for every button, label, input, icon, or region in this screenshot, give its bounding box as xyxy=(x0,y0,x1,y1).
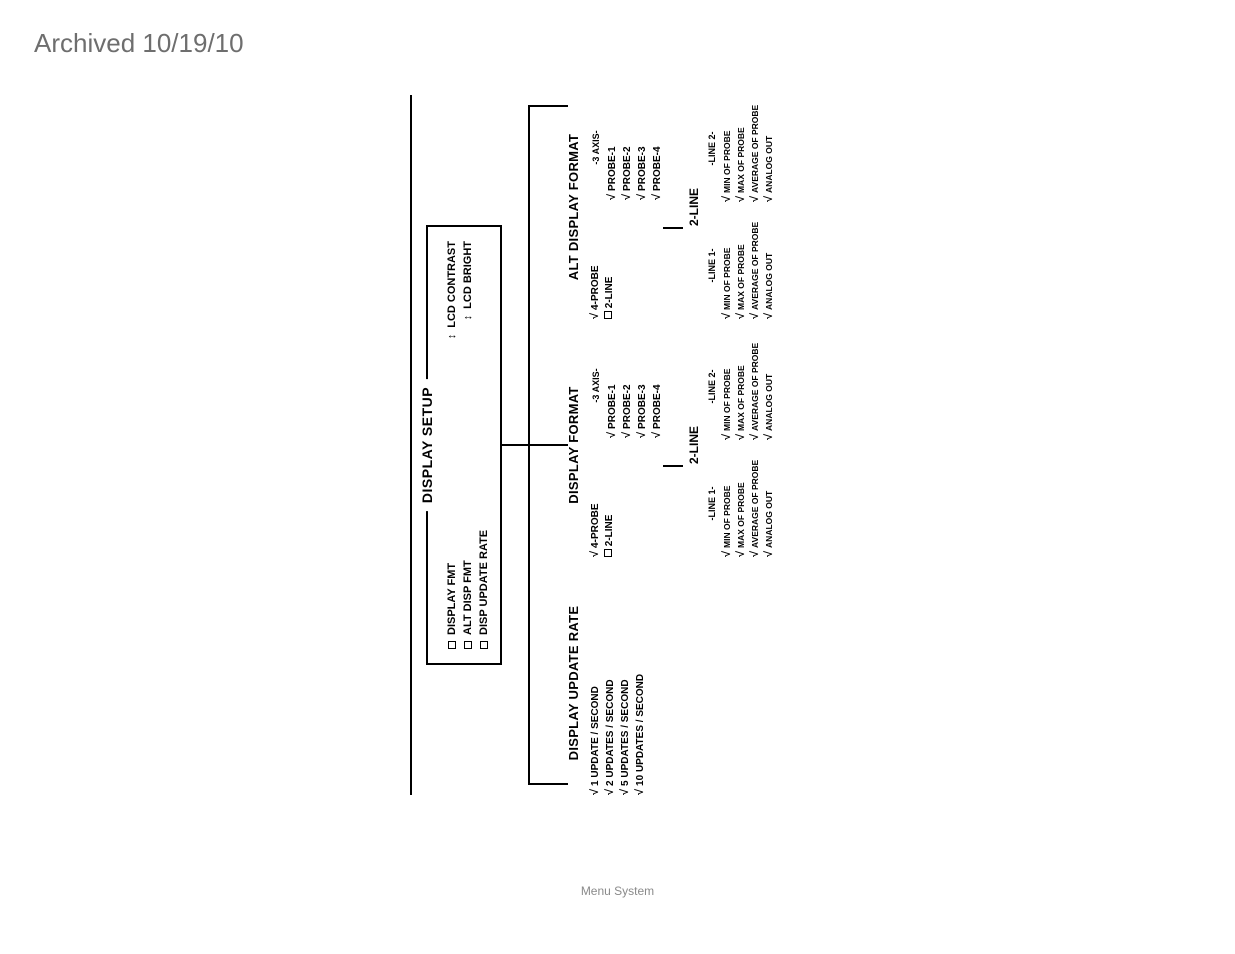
top-rule xyxy=(410,95,412,795)
altfmt-line2-hdr: -LINE 2- xyxy=(707,95,717,202)
altfmt-probe: PROBE-4 xyxy=(651,95,663,200)
fmt-probe: PROBE-1 xyxy=(606,333,618,438)
opt-disp-update-rate: DISP UPDATE RATE xyxy=(478,530,490,649)
connector-drops xyxy=(530,105,568,785)
altfmt-probe: PROBE-2 xyxy=(621,95,633,200)
display-setup-box: DISPLAY SETUP DISPLAY FMT LCD CONTRAST A… xyxy=(426,225,502,665)
fmt-2line: 2-LINE xyxy=(604,452,615,557)
altfmt-2line: 2-LINE xyxy=(604,214,615,319)
opt-alt-disp-fmt: ALT DISP FMT xyxy=(462,560,474,649)
altfmt-sub-stem xyxy=(663,227,683,229)
altfmt-4probe: 4-PROBE xyxy=(589,214,601,319)
altfmt-line1-opt: MIN OF PROBE xyxy=(721,212,733,319)
altfmt-2line-title: 2-LINE xyxy=(687,95,701,319)
rate-title: DISPLAY UPDATE RATE xyxy=(566,571,581,795)
altfmt-title: ALT DISPLAY FORMAT xyxy=(566,95,581,319)
fmt-probe: PROBE-2 xyxy=(621,333,633,438)
rate-opt: 2 UPDATES / SECOND xyxy=(604,571,616,795)
fmt-probe: PROBE-3 xyxy=(636,333,648,438)
rate-opt: 10 UPDATES / SECOND xyxy=(634,571,646,795)
altfmt-line1-opt: ANALOG OUT xyxy=(763,212,775,319)
altfmt-probe: PROBE-1 xyxy=(606,95,618,200)
fmt-line2-opt: ANALOG OUT xyxy=(763,333,775,440)
rate-opt: 1 UPDATE / SECOND xyxy=(589,571,601,795)
opt-display-fmt: DISPLAY FMT xyxy=(446,563,458,649)
connector-stem xyxy=(502,444,528,446)
altfmt-line1-opt: MAX OF PROBE xyxy=(735,212,747,319)
archived-watermark: Archived 10/19/10 xyxy=(34,28,244,59)
altfmt-line2-opt: MAX OF PROBE xyxy=(735,95,747,202)
altfmt-line2-opt: MIN OF PROBE xyxy=(721,95,733,202)
fmt-4probe: 4-PROBE xyxy=(589,452,601,557)
fmt-line2-opt: AVERAGE OF PROBE xyxy=(749,333,761,440)
fmt-line1-opt: AVERAGE OF PROBE xyxy=(749,450,761,557)
fmt-line2-opt: MAX OF PROBE xyxy=(735,333,747,440)
fmt-3axis-label: -3 AXIS- xyxy=(591,333,601,438)
panel-display-format: DISPLAY FORMAT 4-PROBE 2-LINE -3 AXIS- P… xyxy=(566,333,775,557)
display-setup-title: DISPLAY SETUP xyxy=(419,379,435,511)
fmt-title: DISPLAY FORMAT xyxy=(566,333,581,557)
page-footer: Menu System xyxy=(0,884,1235,898)
fmt-line1-opt: MIN OF PROBE xyxy=(721,450,733,557)
fmt-line1-hdr: -LINE 1- xyxy=(707,450,717,557)
altfmt-line2-opt: AVERAGE OF PROBE xyxy=(749,95,761,202)
rate-opt: 5 UPDATES / SECOND xyxy=(619,571,631,795)
opt-lcd-contrast: LCD CONTRAST xyxy=(446,241,458,339)
altfmt-probe: PROBE-3 xyxy=(636,95,648,200)
fmt-2line-title: 2-LINE xyxy=(687,333,701,557)
panel-alt-display-format: ALT DISPLAY FORMAT 4-PROBE 2-LINE -3 AXI… xyxy=(566,95,775,319)
fmt-sub-stem xyxy=(663,465,683,467)
altfmt-line1-opt: AVERAGE OF PROBE xyxy=(749,212,761,319)
fmt-line2-hdr: -LINE 2- xyxy=(707,333,717,440)
fmt-line2-opt: MIN OF PROBE xyxy=(721,333,733,440)
fmt-line1-opt: ANALOG OUT xyxy=(763,450,775,557)
altfmt-line2-opt: ANALOG OUT xyxy=(763,95,775,202)
panel-update-rate: DISPLAY UPDATE RATE 1 UPDATE / SECOND 2 … xyxy=(566,571,775,795)
fmt-line1-opt: MAX OF PROBE xyxy=(735,450,747,557)
altfmt-line1-hdr: -LINE 1- xyxy=(707,212,717,319)
altfmt-3axis-label: -3 AXIS- xyxy=(591,95,601,200)
fmt-probe: PROBE-4 xyxy=(651,333,663,438)
opt-lcd-bright: LCD BRIGHT xyxy=(462,241,474,320)
